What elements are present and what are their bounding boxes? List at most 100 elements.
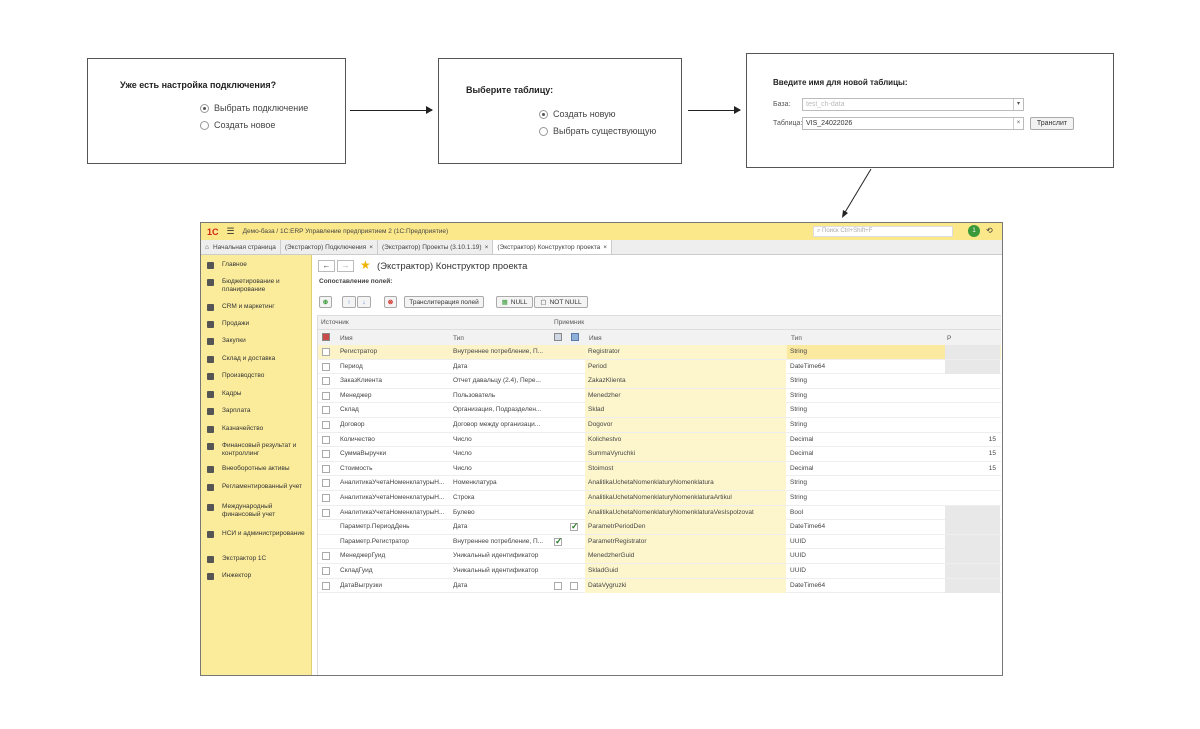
precision-cell[interactable] [945,403,1000,417]
target-name-cell[interactable]: ParametrRegistrator [585,534,786,549]
table-row[interactable]: ЗаказКлиента Отчет давальцу (2.4), Пере..… [317,374,1001,389]
tab-constructor[interactable]: (Экстрактор) Конструктор проекта × [493,240,613,254]
row-checkbox[interactable] [322,464,330,473]
target-type-cell[interactable]: String [787,418,945,432]
grid-icon[interactable] [571,333,579,341]
target-name-cell[interactable]: AnalitikaUchetaNomenklaturyNomenklatura [585,476,786,491]
source-type-cell[interactable]: Уникальный идентификатор [450,564,550,578]
target-type-cell[interactable]: String [787,389,945,403]
nullable-checkbox[interactable] [570,521,579,532]
target-name-cell[interactable]: ParametrPeriodDen [585,520,786,535]
table-row[interactable]: Период Дата Period DateTime64 [317,359,1001,375]
search-input[interactable]: ⌕ Поиск Ctrl+Shift+F [813,226,953,237]
precision-cell[interactable] [945,374,1000,388]
table-row[interactable]: ДатаВыгрузки Дата DataVygruzki DateTime64 [317,578,1001,594]
menu-icon[interactable]: ☰ [227,226,235,237]
target-name-cell[interactable]: Stoimost [585,461,786,476]
target-name-cell[interactable]: Period [585,359,786,374]
precision-cell[interactable] [945,578,1000,593]
row-checkbox[interactable] [322,567,330,575]
row-checkbox[interactable] [322,435,330,444]
sidebar-item-8[interactable]: Кадры [207,390,308,398]
source-type-cell[interactable]: Число [450,447,550,461]
null-button[interactable]: ▦ NULL [496,296,533,308]
sidebar-item-13[interactable]: Регламентированный учет [207,483,308,491]
sidebar-item-9[interactable]: Зарплата [207,407,308,415]
table-row[interactable]: Стоимость Число Stoimost Decimal 15 [317,461,1001,477]
delete-row-button[interactable]: ⊗ [384,296,397,308]
tab-connections[interactable]: (Экстрактор) Подключения × [281,240,378,254]
target-type-cell[interactable]: Decimal [787,433,945,447]
source-name-cell[interactable]: Менеджер [337,389,449,403]
table-row[interactable]: Количество Число Kolichestvo Decimal 15 [317,432,1001,448]
table-row[interactable]: АналитикаУчетаНоменклатурыН... Номенклату… [317,476,1001,491]
target-name-cell[interactable]: Dogovor [585,418,786,432]
target-type-cell[interactable]: String [787,403,945,417]
notification-icon[interactable]: 1 [968,225,980,237]
source-name-cell[interactable]: Склад [337,403,449,417]
source-name-cell[interactable]: АналитикаУчетаНоменклатурыН... [337,476,449,490]
table-row[interactable]: СуммаВыручки Число SummaVyruchki Decimal 15 [317,447,1001,462]
source-name-cell[interactable]: АналитикаУчетаНоменклатурыН... [337,506,449,520]
target-name-cell[interactable]: SkladGuid [585,564,786,578]
target-type-cell[interactable]: String [787,476,945,490]
radio-create-new[interactable]: Создать новое [200,120,275,130]
sidebar-item-11[interactable]: Финансовый результат и контроллинг [207,442,308,458]
source-name-cell[interactable]: СкладГуид [337,564,449,578]
target-type-cell[interactable]: Bool [787,506,945,520]
nullable-checkbox[interactable] [554,581,562,590]
row-checkbox[interactable] [322,377,330,386]
sidebar-item-15[interactable]: НСИ и администрирование [207,530,308,538]
target-name-cell[interactable]: SummaVyruchki [585,447,786,462]
close-icon[interactable]: × [603,244,607,251]
row-checkbox[interactable] [322,581,330,590]
precision-cell[interactable] [945,418,1000,432]
row-checkbox[interactable] [322,421,330,429]
source-type-cell[interactable]: Организация, Подразделен... [450,403,550,417]
sidebar-item-5[interactable]: Закупки [207,337,308,345]
tab-projects[interactable]: (Экстрактор) Проекты (3.10.1.19) × [378,240,494,254]
target-name-cell[interactable]: Kolichestvo [585,432,786,447]
precision-cell[interactable] [945,564,1000,578]
dropdown-icon[interactable]: ▾ [1013,99,1023,110]
translit-button[interactable]: Транслит [1030,117,1074,130]
source-type-cell[interactable]: Договор между организаци... [450,418,550,432]
close-icon[interactable]: × [369,244,373,251]
row-checkbox[interactable] [322,494,330,502]
precision-cell[interactable] [945,520,1000,535]
source-type-cell[interactable]: Внутреннее потребление, П... [450,535,550,549]
target-name-cell[interactable]: AnalitikaUchetaNomenklaturyNomenklaturaA… [585,491,786,505]
precision-cell[interactable] [945,491,1000,505]
target-type-cell[interactable]: String [787,491,945,505]
source-name-cell[interactable]: Стоимость [337,462,449,476]
source-name-cell[interactable]: АналитикаУчетаНоменклатурыН... [337,491,449,505]
nav-forward-button[interactable]: → [337,260,354,272]
precision-cell[interactable] [945,345,1000,359]
grid-icon[interactable] [554,333,562,341]
nullable-checkbox[interactable] [570,581,578,590]
row-checkbox[interactable] [322,348,330,356]
not-null-button[interactable]: ▢ NOT NULL [534,296,588,308]
precision-cell[interactable] [945,389,1000,403]
row-checkbox[interactable] [322,362,330,371]
source-name-cell[interactable]: СуммаВыручки [337,447,449,461]
target-name-cell[interactable]: DataVygruzki [585,578,786,593]
move-up-button[interactable]: ↑ [342,296,356,308]
precision-cell[interactable] [945,359,1000,374]
source-name-cell[interactable]: ДатаВыгрузки [337,579,449,593]
source-type-cell[interactable]: Уникальный идентификатор [450,549,550,563]
target-name-cell[interactable]: Menedzher [585,388,786,403]
sidebar-item-12[interactable]: Внеоборотные активы [207,465,308,473]
target-type-cell[interactable]: String [787,345,945,359]
sidebar-item-16[interactable]: Экстрактор 1С [207,555,308,563]
source-type-cell[interactable]: Булево [450,506,550,520]
nav-back-button[interactable]: ← [318,260,335,272]
table-row[interactable]: СкладГуид Уникальный идентификатор SkladGu… [317,564,1001,579]
target-type-cell[interactable]: DateTime64 [787,360,945,374]
target-name-cell[interactable]: MenedzherGuid [585,549,786,564]
table-row[interactable]: Менеджер Пользователь Menedzher String [317,388,1001,404]
target-type-cell[interactable]: Decimal [787,447,945,461]
target-type-cell[interactable]: DateTime64 [787,579,945,593]
source-type-cell[interactable]: Дата [450,360,550,374]
sidebar-item-4[interactable]: Продажи [207,320,308,328]
